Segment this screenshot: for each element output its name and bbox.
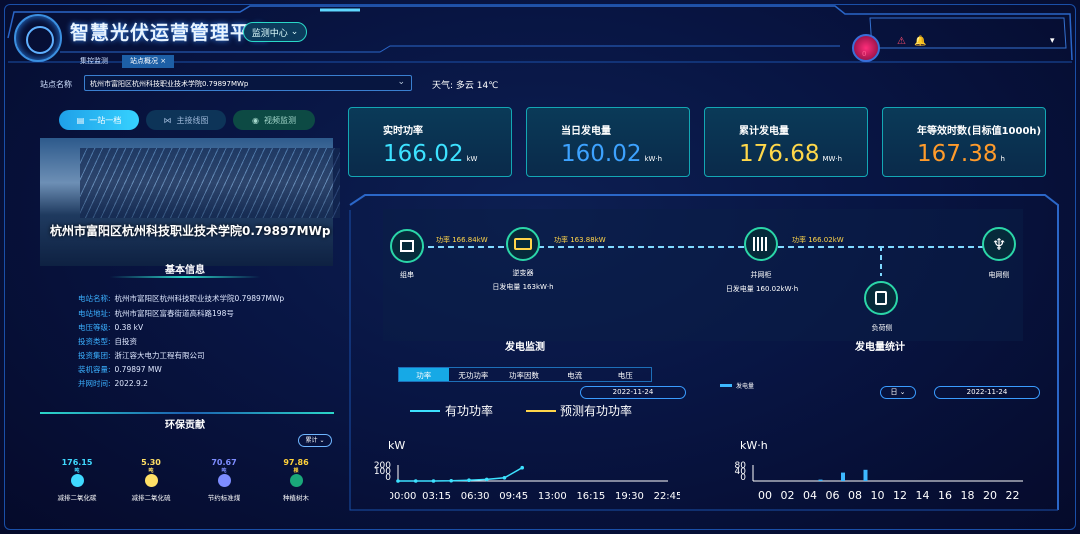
x-tick-label: 04 (803, 489, 817, 502)
string-icon[interactable] (390, 229, 424, 263)
data-point (520, 465, 524, 470)
legend-forecast-swatch (526, 410, 556, 412)
node-cabinet-label: 并网柜 (750, 271, 772, 279)
grid-cabinet-icon[interactable] (744, 227, 778, 261)
node-load-label: 负荷侧 (871, 324, 893, 332)
period-select[interactable]: 日 ⌄ (880, 386, 916, 399)
power-tower-icon[interactable]: ♆ (982, 227, 1016, 261)
stats-title: 发电量统计 (855, 342, 905, 353)
x-tick-label: 19:30 (615, 491, 644, 502)
node-grid-label: 电网侧 (988, 271, 1010, 279)
node-cabinet-sub: 日发电量 160.02kW·h (725, 285, 799, 293)
power-1-label: 功率 166.84kW (436, 236, 488, 244)
monitor-y-ticks: 200 100 0 (367, 462, 391, 483)
node-inverter-label: 逆变器 (512, 269, 534, 277)
x-tick-label: 08 (848, 489, 862, 502)
data-point (502, 476, 507, 480)
power-3-label: 功率 166.02kW (792, 236, 844, 244)
data-point (484, 477, 489, 482)
tab-voltage[interactable]: 电压 (599, 368, 651, 381)
flow-line-vertical (880, 246, 882, 276)
monitor-date-picker[interactable]: 2022-11-24 (580, 386, 686, 399)
energy-bar (818, 479, 823, 481)
legend-active-power: 有功功率 (445, 404, 494, 418)
x-tick-label: 06 (826, 489, 840, 502)
energy-bar (863, 469, 868, 481)
node-string-label: 组串 (400, 271, 414, 279)
data-point (449, 478, 454, 483)
x-tick-label: 00 (758, 489, 772, 502)
legend-energy-swatch (720, 384, 732, 387)
x-tick-label: 16:15 (576, 491, 605, 502)
data-point (431, 479, 436, 483)
x-tick-label: 02 (781, 489, 795, 502)
monitor-title: 发电监测 (505, 342, 545, 353)
tab-power[interactable]: 功率 (399, 368, 449, 381)
x-tick-label: 06:30 (461, 491, 490, 502)
energy-bar (841, 472, 845, 481)
legend-active-power-swatch (410, 410, 440, 412)
x-tick-label: 09:45 (499, 491, 528, 502)
right-frame (349, 194, 1059, 511)
stats-y-unit: kW·h (740, 439, 768, 452)
stats-y-ticks: 80 40 0 (728, 462, 746, 483)
dashboard: 智慧光伏运营管理平台 监测中心 ⌄ 0 ⚠ 🔔 ▾ 集控监测 站点概况 × 站点名… (0, 0, 1080, 534)
x-tick-label: 13:00 (538, 491, 567, 502)
data-point (467, 478, 471, 482)
x-tick-label: 00:00 (390, 491, 416, 502)
x-tick-label: 22 (1006, 489, 1020, 502)
stats-date-picker[interactable]: 2022-11-24 (934, 386, 1040, 399)
power-2-label: 功率 163.88kW (554, 236, 606, 244)
tab-current[interactable]: 电流 (550, 368, 600, 381)
tab-power-factor[interactable]: 功率因数 (498, 368, 550, 381)
monitor-y-unit: kW (388, 439, 406, 452)
active-power-line-chart: 00:00 03:15 06:30 09:45 13:00 16:15 19:30 22:45 (390, 465, 680, 502)
data-point (413, 479, 418, 483)
node-inverter-sub: 日发电量 163kW·h (492, 283, 554, 291)
x-tick-label: 10 (871, 489, 885, 502)
x-tick-label: 12 (893, 489, 907, 502)
x-tick-label: 03:15 (422, 491, 451, 502)
load-icon[interactable] (864, 281, 898, 315)
tab-reactive-power[interactable]: 无功功率 (449, 368, 499, 381)
energy-bar-chart: 00 02 04 06 08 10 12 14 16 18 20 22 (752, 465, 1023, 502)
x-tick-label: 20 (983, 489, 997, 502)
inverter-icon[interactable] (506, 227, 540, 261)
x-tick-label: 14 (916, 489, 930, 502)
legend-forecast-power: 预测有功功率 (560, 404, 633, 418)
x-tick-label: 16 (938, 489, 952, 502)
legend-energy: 发电量 (736, 383, 755, 390)
x-tick-label: 18 (961, 489, 975, 502)
monitor-tabs: 功率 无功功率 功率因数 电流 电压 (398, 367, 652, 382)
data-point (396, 479, 400, 483)
x-tick-label: 22:45 (654, 491, 680, 502)
